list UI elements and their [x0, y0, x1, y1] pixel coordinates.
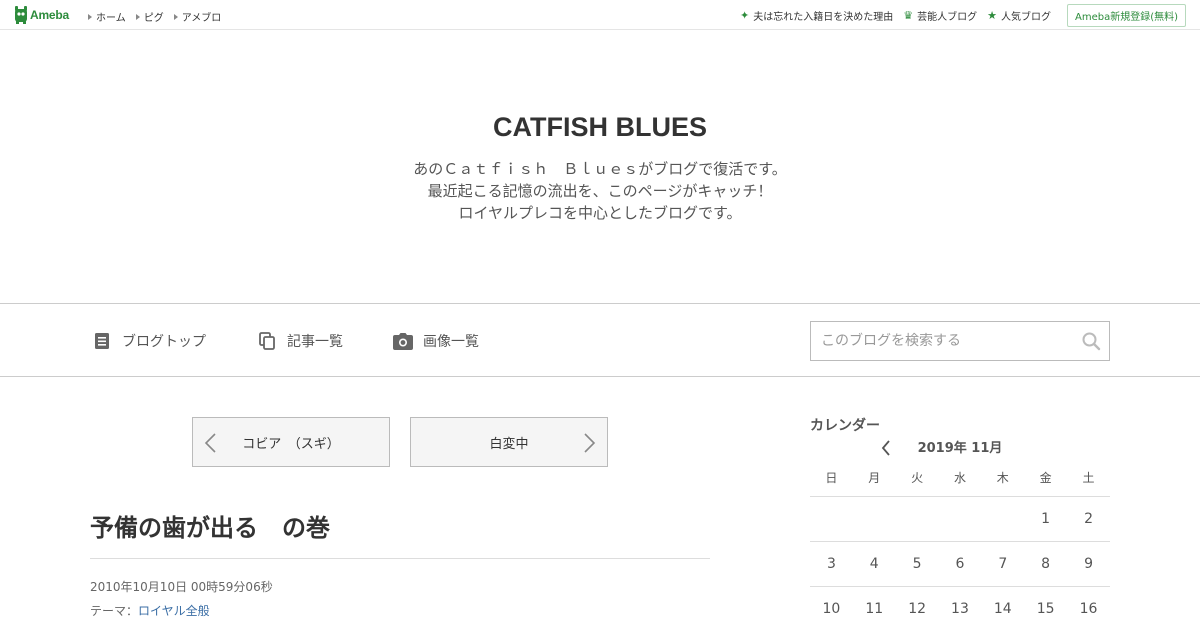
- blog-description-line: ロイヤルプレコを中心としたブログです。: [458, 204, 742, 222]
- calendar-table: 日 月 火 水 木 金 土 1 2 3 4 5 6 7 8 9 10 11 12…: [810, 460, 1110, 630]
- calendar-day: 1: [1024, 496, 1068, 542]
- next-entry-label: 白変中: [489, 436, 529, 452]
- weekday-header: 月: [852, 460, 896, 497]
- prev-entry-label: コビア （スギ）: [242, 436, 340, 452]
- calendar-day: [938, 496, 982, 542]
- entry-list-label: 記事一覧: [287, 334, 343, 350]
- chevron-left-icon: [204, 433, 216, 453]
- search-input[interactable]: [811, 322, 1071, 360]
- featured-article-link[interactable]: ✦ 夫は忘れた入籍日を決めた理由: [740, 8, 893, 23]
- weekday-header: 水: [938, 460, 982, 497]
- calendar-heading: カレンダー: [810, 418, 880, 434]
- blog-description-line: 最近起こる記憶の流出を、このページがキャッチ！: [427, 182, 773, 200]
- triangle-right-icon: [88, 13, 92, 20]
- calendar-day: 12: [895, 586, 939, 630]
- blog-top-label: ブログトップ: [122, 334, 206, 350]
- next-entry-button[interactable]: 白変中: [410, 417, 608, 467]
- calendar-day: [852, 496, 896, 542]
- blog-nav-bar: ブログトップ 記事一覧 画像一覧: [0, 303, 1200, 377]
- image-list-link[interactable]: 画像一覧: [393, 331, 479, 351]
- calendar-day: 8: [1024, 541, 1068, 587]
- sparkle-icon: ✦: [740, 8, 750, 22]
- calendar-day: 5: [895, 541, 939, 587]
- calendar-day: 2: [1067, 496, 1110, 542]
- crown-icon: ♛: [903, 8, 914, 22]
- calendar-day: [810, 496, 853, 542]
- calendar-day: 9: [1067, 541, 1110, 587]
- calendar-week-row: 10 11 12 13 14 15 16: [810, 586, 1110, 630]
- calendar-day: 3: [810, 541, 853, 587]
- calendar-day: 11: [852, 586, 896, 630]
- celebrity-blog-label: 芸能人ブログ: [917, 11, 978, 23]
- blog-description-line: あのＣａｔｆｉｓｈ Ｂｌｕｅｓがブログで復活です。: [413, 160, 787, 178]
- popular-blog-label: 人気ブログ: [1000, 11, 1051, 23]
- calendar-day: 15: [1024, 586, 1068, 630]
- calendar-day: 13: [938, 586, 982, 630]
- global-nav: ホーム ピグ アメブロ: [88, 9, 231, 24]
- calendar-day: 6: [938, 541, 982, 587]
- calendar-week-row: 3 4 5 6 7 8 9: [810, 541, 1110, 587]
- document-icon: [92, 331, 112, 351]
- entry-theme-link[interactable]: ロイヤル全般: [138, 604, 210, 618]
- signup-button[interactable]: Ameba新規登録(無料): [1066, 3, 1186, 27]
- entry-title[interactable]: 予備の歯が出る の巻: [90, 508, 330, 543]
- blog-top-link[interactable]: ブログトップ: [92, 331, 206, 351]
- entry-divider: [90, 558, 710, 559]
- calendar-day: 7: [981, 541, 1025, 587]
- blog-title[interactable]: CATFISH BLUES: [0, 112, 1200, 143]
- global-nav-pigg[interactable]: ピグ: [135, 9, 164, 24]
- entry-date: 2010年10月10日 00時59分06秒: [90, 580, 273, 594]
- triangle-right-icon: [135, 13, 140, 20]
- logo-text: Ameba: [30, 8, 70, 22]
- calendar-week-row: 1 2: [810, 496, 1110, 542]
- weekday-header: 土: [1067, 460, 1110, 497]
- copy-icon: [257, 331, 277, 351]
- calendar-month: 2019年 11月: [917, 441, 1003, 456]
- header-links: ✦ 夫は忘れた入籍日を決めた理由 ♛ 芸能人ブログ ★ 人気ブログ Ameba新…: [730, 3, 1186, 27]
- calendar-day: 4: [852, 541, 896, 587]
- celebrity-blog-link[interactable]: ♛ 芸能人ブログ: [903, 8, 977, 23]
- calendar-day: [895, 496, 939, 542]
- global-nav-home[interactable]: ホーム: [88, 9, 126, 24]
- entry-theme-prefix: テーマ：: [90, 604, 139, 618]
- global-nav-label: ピグ: [143, 13, 164, 24]
- global-nav-ameblo[interactable]: アメブロ: [173, 9, 222, 24]
- entry-list-link[interactable]: 記事一覧: [257, 331, 343, 351]
- calendar-weekday-row: 日 月 火 水 木 金 土: [810, 460, 1110, 497]
- triangle-right-icon: [173, 13, 178, 20]
- weekday-header: 火: [895, 460, 939, 497]
- global-header: Ameba ホーム ピグ アメブロ ✦ 夫は忘れた入籍日を決めた理由 ♛ 芸能人…: [0, 0, 1200, 30]
- global-nav-label: ホーム: [96, 13, 126, 24]
- ameba-mascot-icon: [15, 6, 27, 24]
- weekday-header: 木: [981, 460, 1025, 497]
- search-icon[interactable]: [1081, 331, 1101, 351]
- global-nav-label: アメブロ: [181, 13, 222, 24]
- entry-theme: テーマ：ロイヤル全般: [90, 602, 210, 619]
- calendar-day: [981, 496, 1025, 542]
- popular-blog-link[interactable]: ★ 人気ブログ: [987, 8, 1051, 23]
- prev-entry-button[interactable]: コビア （スギ）: [192, 417, 390, 467]
- blog-description: あのＣａｔｆｉｓｈ Ｂｌｕｅｓがブログで復活です。 最近起こる記憶の流出を、この…: [0, 158, 1200, 224]
- blog-search: [810, 321, 1110, 361]
- featured-article-label: 夫は忘れた入籍日を決めた理由: [753, 11, 894, 23]
- weekday-header: 日: [810, 460, 853, 497]
- calendar-day: 16: [1067, 586, 1110, 630]
- image-list-label: 画像一覧: [423, 334, 479, 350]
- weekday-header: 金: [1024, 460, 1068, 497]
- star-icon: ★: [987, 8, 997, 22]
- camera-icon: [393, 331, 413, 351]
- chevron-right-icon: [584, 433, 596, 453]
- ameba-logo[interactable]: Ameba: [14, 6, 69, 24]
- calendar-day: 10: [810, 586, 853, 630]
- calendar-day: 14: [981, 586, 1025, 630]
